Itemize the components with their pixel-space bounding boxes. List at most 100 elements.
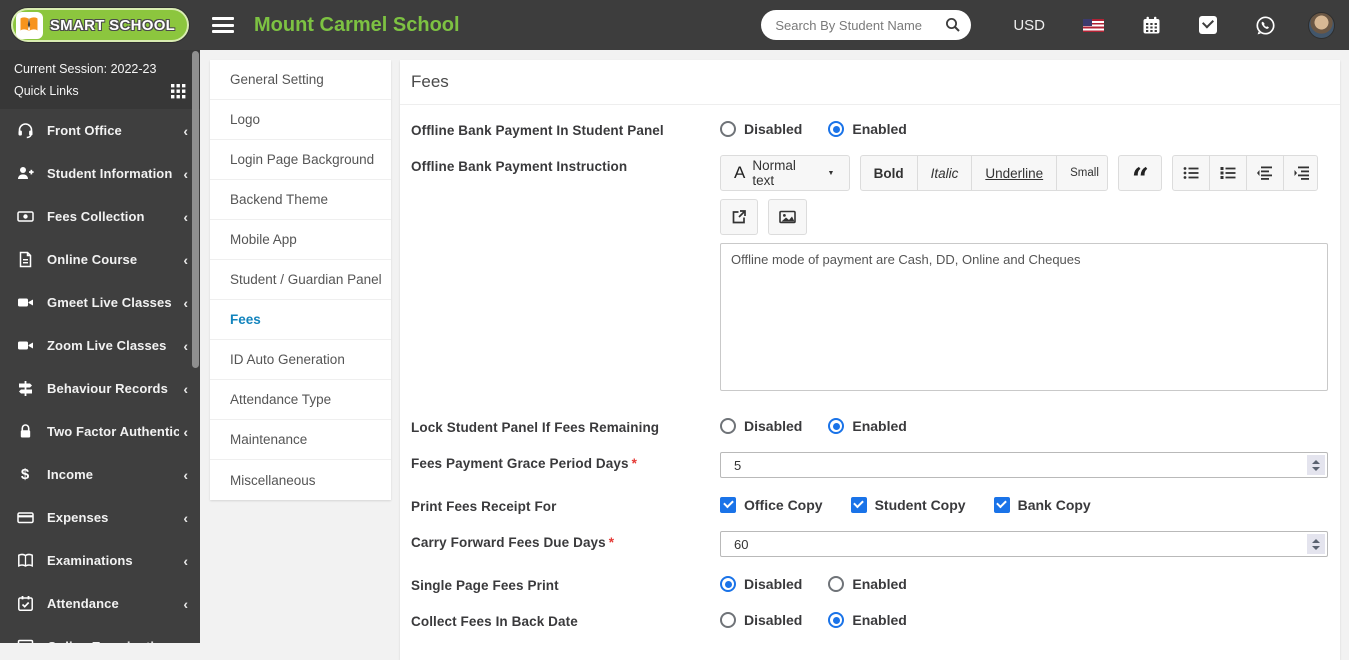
monitor-icon <box>16 638 34 643</box>
calendar-icon[interactable] <box>1142 16 1161 35</box>
checkbox-bank-copy[interactable]: Bank Copy <box>994 497 1091 513</box>
page-title: Fees <box>400 60 1340 105</box>
number-stepper[interactable] <box>1307 534 1325 554</box>
collect-back-date-label: Collect Fees In Back Date <box>411 610 720 629</box>
checkbox-student-copy[interactable]: Student Copy <box>851 497 966 513</box>
italic-button[interactable]: Italic <box>918 156 973 190</box>
sidebar-item-gmeet-live-classes[interactable]: Gmeet Live Classes ‹ <box>0 281 200 324</box>
sidebar-item-zoom-live-classes[interactable]: Zoom Live Classes ‹ <box>0 324 200 367</box>
sidebar-item-online-examination[interactable]: Online Examination ‹ <box>0 625 200 643</box>
outdent-button[interactable] <box>1247 156 1284 190</box>
settings-tab-general-setting[interactable]: General Setting <box>210 60 391 100</box>
language-flag-icon[interactable] <box>1083 19 1104 32</box>
radio-disabled[interactable]: Disabled <box>720 576 802 592</box>
grace-period-field <box>720 452 1328 478</box>
student-add-icon <box>16 165 34 182</box>
settings-tab-mobile-app[interactable]: Mobile App <box>210 220 391 260</box>
carry-forward-input[interactable] <box>721 532 1305 556</box>
sidebar-item-behaviour-records[interactable]: Behaviour Records ‹ <box>0 367 200 410</box>
sidebar-item-front-office[interactable]: Front Office ‹ <box>0 109 200 152</box>
sidebar-item-online-course[interactable]: Online Course ‹ <box>0 238 200 281</box>
book-logo-icon <box>16 12 43 39</box>
sidebar-item-fees-collection[interactable]: Fees Collection ‹ <box>0 195 200 238</box>
settings-tab-miscellaneous[interactable]: Miscellaneous <box>210 460 391 500</box>
sidebar-item-attendance[interactable]: Attendance ‹ <box>0 582 200 625</box>
checkbox-office-copy[interactable]: Office Copy <box>720 497 823 513</box>
sidebar-item-examinations[interactable]: Examinations ‹ <box>0 539 200 582</box>
grace-period-input[interactable] <box>721 453 1305 477</box>
small-text-button[interactable]: Small <box>1057 156 1108 190</box>
chevron-left-icon: ‹ <box>183 596 188 612</box>
sidebar-item-income[interactable]: $ Income ‹ <box>0 453 200 496</box>
radio-enabled[interactable]: Enabled <box>828 576 906 592</box>
chevron-left-icon: ‹ <box>183 639 188 644</box>
open-book-icon <box>16 552 34 569</box>
app-logo[interactable]: SMART SCHOOL <box>0 0 200 50</box>
collect-back-date-radio-group: Disabled Enabled <box>720 610 1328 628</box>
required-asterisk: * <box>609 535 614 550</box>
blockquote-button[interactable]: “ <box>1119 156 1162 190</box>
quick-links-grid-icon[interactable] <box>171 84 186 99</box>
offline-bank-payment-label: Offline Bank Payment In Student Panel <box>411 119 720 138</box>
text-style-dropdown[interactable]: A Normal text ▼ <box>721 156 849 190</box>
chevron-left-icon: ‹ <box>183 381 188 397</box>
radio-enabled[interactable]: Enabled <box>828 612 906 628</box>
headset-icon <box>16 122 34 139</box>
insert-image-button[interactable] <box>769 200 806 234</box>
radio-enabled[interactable]: Enabled <box>828 418 906 434</box>
chevron-left-icon: ‹ <box>183 209 188 225</box>
chevron-left-icon: ‹ <box>183 252 188 268</box>
sidebar-item-expenses[interactable]: Expenses ‹ <box>0 496 200 539</box>
ordered-list-button[interactable] <box>1210 156 1247 190</box>
left-sidebar: Current Session: 2022-23 Quick Links Fro… <box>0 50 200 643</box>
required-asterisk: * <box>632 456 637 471</box>
settings-tab-student-guardian-panel[interactable]: Student / Guardian Panel <box>210 260 391 300</box>
offline-bank-payment-radio-group: Disabled Enabled <box>720 119 1328 137</box>
search-input[interactable] <box>775 18 945 33</box>
chevron-left-icon: ‹ <box>183 553 188 569</box>
currency-selector[interactable]: USD <box>1013 17 1045 34</box>
settings-tab-fees[interactable]: Fees <box>210 300 391 340</box>
quote-icon: “ <box>1132 161 1149 185</box>
settings-tab-logo[interactable]: Logo <box>210 100 391 140</box>
dollar-icon: $ <box>16 466 34 483</box>
radio-disabled[interactable]: Disabled <box>720 612 802 628</box>
hamburger-menu-icon[interactable] <box>212 17 234 33</box>
search-icon[interactable] <box>945 17 961 33</box>
sidebar-scrollbar[interactable] <box>192 51 199 368</box>
whatsapp-icon[interactable] <box>1255 15 1276 36</box>
sidebar-item-two-factor-authentication[interactable]: Two Factor Authentication ‹ <box>0 410 200 453</box>
session-block: Current Session: 2022-23 Quick Links <box>0 50 200 109</box>
number-stepper[interactable] <box>1307 455 1325 475</box>
carry-forward-field <box>720 531 1328 557</box>
settings-tab-id-auto-generation[interactable]: ID Auto Generation <box>210 340 391 380</box>
settings-tab-maintenance[interactable]: Maintenance <box>210 420 391 460</box>
credit-card-icon <box>16 509 34 526</box>
underline-button[interactable]: Underline <box>972 156 1057 190</box>
task-check-icon[interactable] <box>1199 16 1217 34</box>
offline-instruction-editor[interactable]: Offline mode of payment are Cash, DD, On… <box>720 243 1328 391</box>
unordered-list-button[interactable] <box>1173 156 1210 190</box>
video-camera-icon <box>16 337 34 354</box>
bold-button[interactable]: Bold <box>861 156 918 190</box>
radio-disabled[interactable]: Disabled <box>720 418 802 434</box>
settings-tab-backend-theme[interactable]: Backend Theme <box>210 180 391 220</box>
sidebar-item-student-information[interactable]: Student Information ‹ <box>0 152 200 195</box>
settings-tab-attendance-type[interactable]: Attendance Type <box>210 380 391 420</box>
chevron-left-icon: ‹ <box>183 424 188 440</box>
chevron-left-icon: ‹ <box>183 338 188 354</box>
user-avatar[interactable] <box>1308 12 1335 39</box>
insert-link-button[interactable] <box>721 200 757 234</box>
indent-button[interactable] <box>1284 156 1318 190</box>
lock-icon <box>16 423 34 440</box>
document-icon <box>16 251 34 268</box>
grace-period-label: Fees Payment Grace Period Days <box>411 456 629 471</box>
chevron-left-icon: ‹ <box>183 510 188 526</box>
settings-tab-login-page-background[interactable]: Login Page Background <box>210 140 391 180</box>
carry-forward-label: Carry Forward Fees Due Days <box>411 535 606 550</box>
radio-enabled[interactable]: Enabled <box>828 121 906 137</box>
chevron-left-icon: ‹ <box>183 123 188 139</box>
lock-student-panel-label: Lock Student Panel If Fees Remaining <box>411 416 720 435</box>
video-camera-icon <box>16 294 34 311</box>
radio-disabled[interactable]: Disabled <box>720 121 802 137</box>
